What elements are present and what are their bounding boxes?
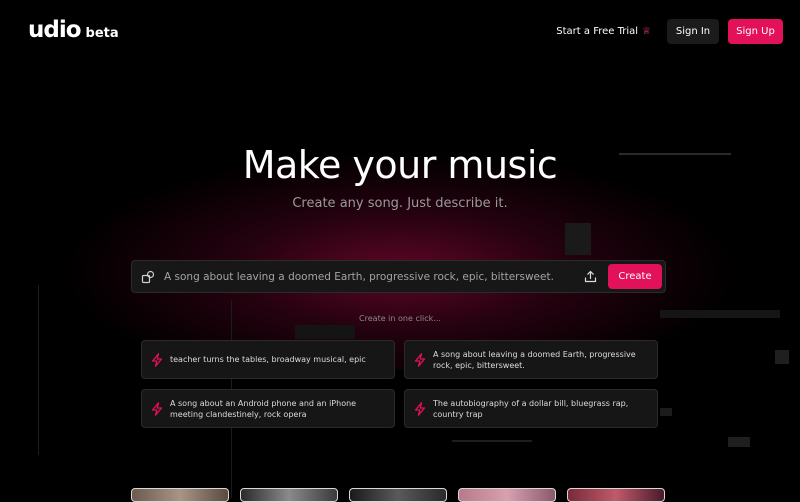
song-thumbnail[interactable] [349,488,447,502]
suggestion-text: A song about leaving a doomed Earth, pro… [433,349,636,370]
song-thumbnail[interactable] [131,488,229,502]
suggestions-heading: Create in one click... [359,314,441,323]
page-subtitle: Create any song. Just describe it. [292,196,508,211]
udio-logo[interactable]: udio beta [28,18,119,42]
grid-line [452,440,532,442]
song-thumbnail[interactable] [567,488,665,502]
grid-line [565,223,591,255]
suggestion-card[interactable]: A song about leaving a doomed Earth, pro… [404,340,658,379]
suggestion-card[interactable]: The autobiography of a dollar bill, blue… [404,389,658,428]
grid-line [38,285,39,455]
grid-line [295,325,355,339]
beta-badge: beta [85,26,119,41]
sign-up-button[interactable]: Sign Up [728,19,783,44]
logo-wordmark: udio [28,17,82,43]
grid-dot [775,350,789,364]
prompt-bar: A song about leaving a doomed Earth, pro… [131,260,666,293]
suggestion-card[interactable]: teacher turns the tables, broadway music… [141,340,395,379]
song-thumbnail[interactable] [240,488,338,502]
suggestion-text: teacher turns the tables, broadway music… [170,355,366,364]
top-nav: Start a Free Trial ♕ Sign In Sign Up [556,19,783,44]
lightning-bolt-icon [414,401,426,416]
lightning-bolt-icon [414,352,426,367]
shapes-icon[interactable] [141,270,155,284]
suggestion-text: A song about an Android phone and an iPh… [170,398,357,419]
free-trial-link[interactable]: Start a Free Trial ♕ [556,26,651,37]
grid-dot [660,408,672,416]
prompt-input[interactable]: A song about leaving a doomed Earth, pro… [164,271,584,283]
lightning-bolt-icon [151,401,163,416]
free-trial-label: Start a Free Trial [556,26,639,37]
create-button[interactable]: Create [608,264,662,289]
lightning-bolt-icon [151,352,163,367]
upload-icon[interactable] [584,270,597,283]
grid-dot [728,437,750,447]
suggestion-card[interactable]: A song about an Android phone and an iPh… [141,389,395,428]
song-thumbnail[interactable] [458,488,556,502]
crown-icon: ♕ [642,26,651,37]
suggestion-text: The autobiography of a dollar bill, blue… [433,398,629,419]
sign-in-button[interactable]: Sign In [667,19,719,44]
page-title: Make your music [242,143,558,187]
